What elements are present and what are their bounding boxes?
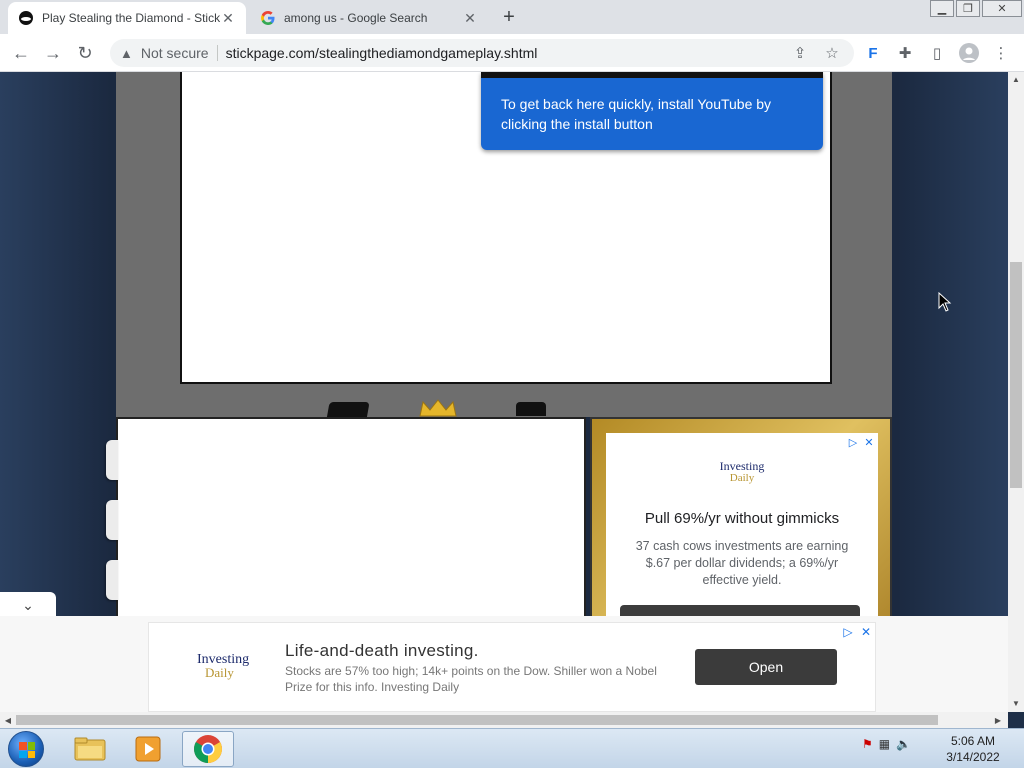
panel-ribbon (106, 560, 118, 600)
action-center-flag-icon[interactable]: ⚑ (862, 737, 873, 751)
tab-title: among us - Google Search (284, 11, 428, 25)
start-button[interactable] (8, 731, 44, 767)
crown-icon (419, 399, 457, 417)
omnibox-divider (216, 45, 218, 61)
chevron-down-icon: ⌄ (22, 596, 34, 613)
vertical-scroll-thumb[interactable] (1010, 262, 1022, 488)
chrome-icon (194, 735, 222, 763)
horizontal-scrollbar[interactable]: ◀ ▶ (0, 712, 1008, 728)
investing-daily-logo: Investing Daily (606, 459, 878, 484)
security-label[interactable]: Not secure (141, 45, 209, 61)
ad-body-text: 37 cash cows investments are earning $.6… (635, 539, 849, 587)
anchor-ad-headline[interactable]: Life-and-death investing. (285, 641, 479, 661)
window-close-icon[interactable]: ✕ (982, 0, 1022, 17)
tab-title: Play Stealing the Diamond - Stick (42, 11, 220, 25)
ad-choices[interactable]: ▷ ✕ (841, 625, 873, 639)
warning-icon[interactable]: ▲ (120, 46, 133, 61)
scroll-up-icon[interactable]: ▲ (1008, 72, 1024, 86)
share-icon[interactable]: ⇪ (790, 43, 810, 63)
adchoices-icon[interactable]: ▷ (846, 435, 860, 449)
google-favicon-icon (260, 10, 276, 26)
scroll-right-icon[interactable]: ▶ (990, 712, 1006, 728)
close-tab-icon[interactable]: ✕ (220, 10, 236, 26)
anchor-ad-body: Stocks are 57% too high; 14k+ points on … (285, 664, 657, 694)
ad-choices[interactable]: ▷ ✕ (846, 435, 876, 449)
system-tray: ⚑ ▦ 🔈 (862, 737, 911, 751)
clock-time: 5:06 AM (950, 734, 996, 748)
clock-date: 3/14/2022 (946, 750, 1000, 764)
url-text[interactable]: stickpage.com/stealingthediamondgameplay… (226, 45, 538, 61)
anchor-ad-card[interactable]: Investing Daily Life-and-death investing… (148, 622, 876, 712)
taskbar-media-player[interactable] (122, 731, 174, 767)
tab-google-search[interactable]: among us - Google Search ✕ (250, 2, 488, 34)
address-bar[interactable]: ▲ Not secure stickpage.com/stealingthedi… (110, 39, 854, 67)
logo-text-bottom: Daily (729, 472, 755, 484)
extension-f-icon[interactable]: F (862, 42, 884, 64)
bookmark-star-icon[interactable]: ☆ (822, 43, 842, 63)
windows-logo-icon (19, 742, 35, 758)
stickpage-favicon-icon (18, 10, 34, 26)
network-icon[interactable]: ▦ (879, 737, 890, 751)
volume-icon[interactable]: 🔈 (896, 737, 911, 751)
logo-text-bottom: Daily (205, 665, 234, 680)
new-tab-button[interactable]: + (498, 6, 520, 28)
reload-icon[interactable]: ↻ (72, 40, 98, 66)
extensions-puzzle-icon[interactable]: ✚ (894, 42, 916, 64)
tooltip-text: To get back here quickly, install YouTub… (501, 96, 772, 132)
anchor-advertisement: Investing Daily Life-and-death investing… (0, 616, 1008, 712)
restore-icon[interactable]: ❐ (956, 0, 980, 17)
window-controls: ▁ ❐ ✕ (928, 0, 1022, 18)
tab-strip: Play Stealing the Diamond - Stick ✕ amon… (0, 0, 1024, 34)
game-character-silhouette (516, 402, 546, 416)
mouse-cursor-icon (938, 292, 952, 312)
browser-menu-icon[interactable]: ⋮ (990, 42, 1012, 64)
media-player-icon (135, 736, 161, 762)
adchoices-icon[interactable]: ▷ (841, 625, 855, 639)
scroll-down-icon[interactable]: ▼ (1008, 696, 1024, 710)
investing-daily-logo: Investing Daily (197, 653, 249, 680)
browser-toolbar: ← → ↻ ▲ Not secure stickpage.com/stealin… (0, 34, 1024, 72)
ad-close-icon[interactable]: ✕ (862, 435, 876, 449)
scroll-left-icon[interactable]: ◀ (0, 712, 16, 728)
back-icon[interactable]: ← (8, 40, 34, 66)
panel-ribbon (106, 500, 118, 540)
folder-icon (74, 737, 106, 761)
ad-headline[interactable]: Pull 69%/yr without gimmicks (606, 510, 878, 527)
windows-taskbar: ⚑ ▦ 🔈 5:06 AM 3/14/2022 (0, 728, 1024, 768)
forward-icon[interactable]: → (40, 40, 66, 66)
profile-avatar-icon[interactable] (958, 42, 980, 64)
panel-ribbon (106, 440, 118, 480)
vertical-scrollbar[interactable]: ▲ ▼ (1008, 72, 1024, 712)
collapse-ad-button[interactable]: ⌄ (0, 592, 56, 618)
taskbar-chrome[interactable] (182, 731, 234, 767)
horizontal-scroll-thumb[interactable] (16, 715, 938, 725)
close-tab-icon[interactable]: ✕ (462, 10, 478, 26)
tab-stealing-the-diamond[interactable]: Play Stealing the Diamond - Stick ✕ (8, 2, 246, 34)
minimize-icon[interactable]: ▁ (930, 0, 954, 17)
taskbar-clock[interactable]: 5:06 AM 3/14/2022 (940, 733, 1006, 765)
taskbar-file-explorer[interactable] (64, 731, 116, 767)
anchor-open-button[interactable]: Open (695, 649, 837, 685)
ad-close-icon[interactable]: ✕ (859, 625, 873, 639)
install-youtube-tooltip: To get back here quickly, install YouTub… (481, 72, 823, 150)
side-panel-icon[interactable]: ▯ (926, 42, 948, 64)
